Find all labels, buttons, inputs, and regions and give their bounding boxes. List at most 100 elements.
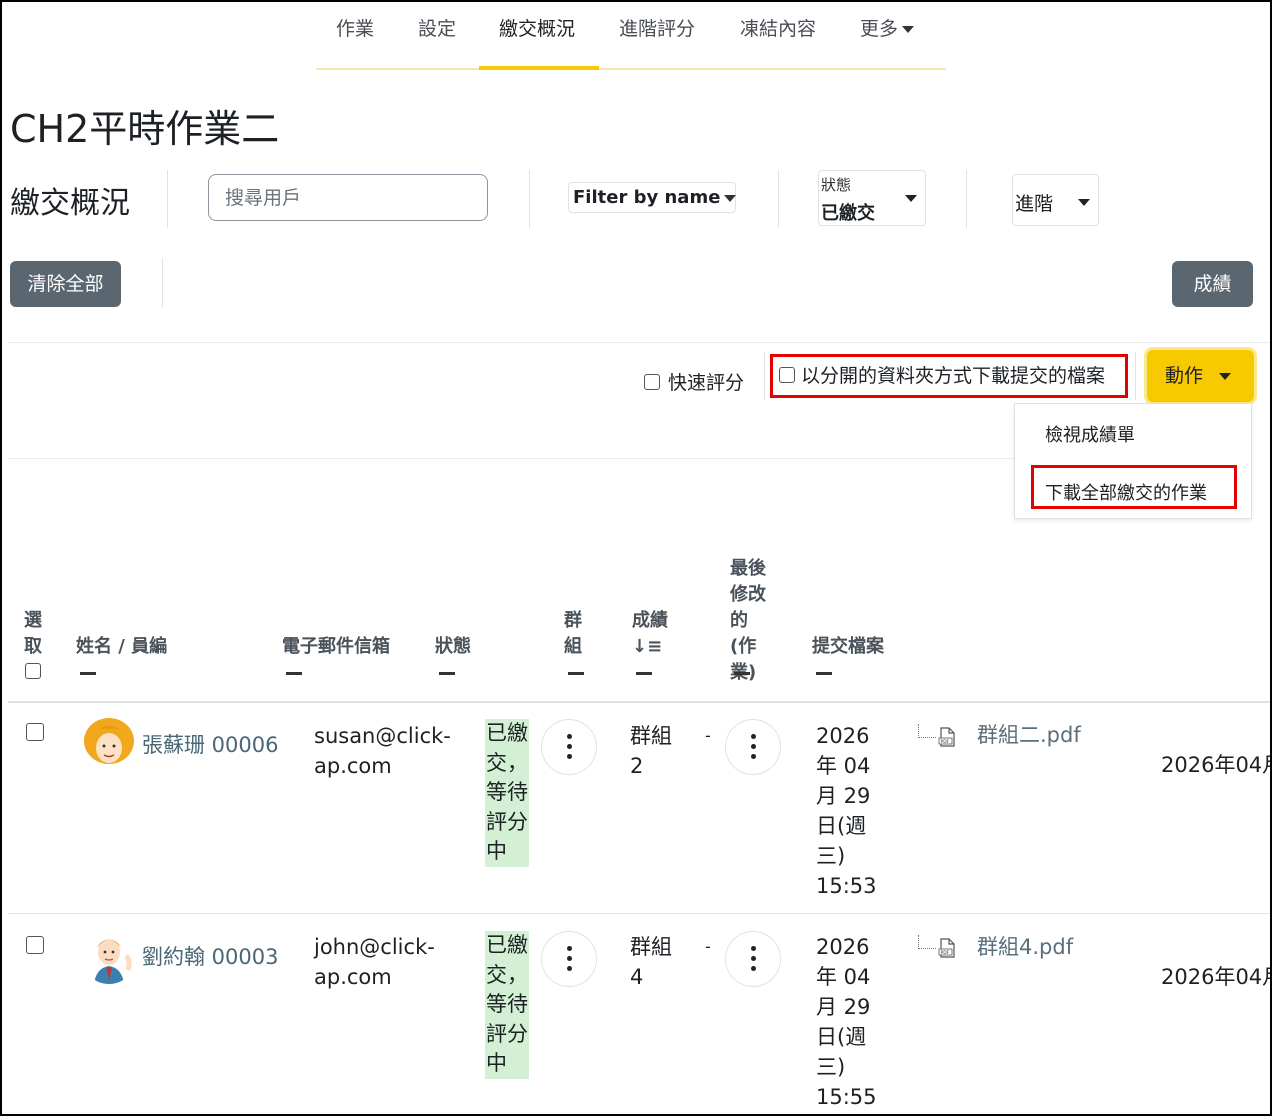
avatar[interactable] (82, 717, 136, 771)
advanced-filter-select[interactable]: 進階 (1012, 174, 1099, 226)
column-header-grade[interactable]: 成績 (632, 608, 668, 634)
row-actions-menu-button[interactable] (541, 931, 597, 987)
download-folders-option[interactable]: 以分開的資料夾方式下載提交的檔案 (770, 354, 1128, 398)
download-folders-label: 以分開的資料夾方式下載提交的檔案 (801, 365, 1106, 387)
row-select-checkbox[interactable] (26, 936, 44, 954)
nav-item-more[interactable]: 更多 (860, 14, 915, 41)
search-user-input[interactable] (208, 174, 488, 221)
nav-item-submissions[interactable]: 繳交概況 (499, 14, 575, 41)
divider (529, 170, 530, 228)
last-modified-cell: 2026 年 04 月 29 日(週 三) 15:53 (816, 721, 877, 901)
svg-text:PDF: PDF (941, 739, 950, 745)
tree-connector (918, 724, 936, 738)
nav-item-assignment[interactable]: 作業 (336, 14, 374, 41)
divider (167, 170, 168, 228)
divider (8, 342, 1270, 343)
sort-descending-icon[interactable]: ↓≡ (632, 634, 662, 660)
section-heading: 繳交概況 (10, 186, 130, 221)
row-select-checkbox[interactable] (26, 723, 44, 741)
quick-grading-checkbox[interactable] (644, 374, 660, 390)
modified-line: 月 29 (816, 784, 871, 808)
filter-by-name-button[interactable]: Filter by name (568, 182, 737, 213)
modified-line: 15:53 (816, 874, 877, 898)
pdf-file-icon: PDF (938, 938, 955, 958)
action-label: 動作 (1165, 365, 1204, 387)
select-all-checkbox[interactable] (25, 663, 41, 679)
nav-item-settings[interactable]: 設定 (418, 14, 456, 41)
divider (778, 170, 779, 228)
status-filter-label: 狀態 (821, 176, 852, 194)
chevron-down-icon (1078, 199, 1090, 206)
user-avatar-icon (82, 930, 136, 984)
collapse-icon[interactable] (734, 672, 750, 675)
extra-date-cell: 2026年04月 (1161, 753, 1272, 777)
highlight-box (1031, 465, 1237, 509)
student-email: susan@click- ap.com (314, 721, 451, 781)
student-name-link[interactable]: 張蘇珊 00006 (142, 730, 278, 760)
nav-item-advanced-grading[interactable]: 進階評分 (619, 14, 695, 41)
row-actions-menu-button[interactable] (541, 719, 597, 775)
chevron-down-icon (905, 195, 917, 202)
column-header-name[interactable]: 姓名 / 員編 (76, 634, 167, 660)
modified-line: 三) (816, 844, 846, 868)
collapse-icon[interactable] (636, 672, 652, 675)
divider (8, 458, 1014, 459)
download-folders-checkbox[interactable] (779, 367, 795, 383)
column-header-email[interactable]: 電子郵件信箱 (282, 634, 390, 660)
modified-line: 月 29 (816, 995, 871, 1019)
avatar[interactable] (82, 930, 136, 984)
quick-grading-option[interactable]: 快速評分 (644, 368, 744, 395)
grade-actions-menu-button[interactable] (725, 931, 781, 987)
action-menu-button[interactable]: 動作 (1147, 350, 1254, 402)
email-line: susan@click- (314, 724, 451, 748)
modified-line: 日(週 (816, 814, 867, 838)
collapse-icon[interactable] (439, 672, 455, 675)
status-filter-select[interactable]: 狀態 已繳交 (818, 170, 926, 226)
user-avatar-icon (82, 717, 136, 771)
view-gradebook-item[interactable]: 檢視成績單 (1045, 421, 1135, 447)
modified-line: 年 04 (816, 754, 871, 778)
collapse-icon[interactable] (286, 672, 302, 675)
student-email: john@click- ap.com (314, 932, 435, 992)
divider (1135, 352, 1136, 400)
grades-button[interactable]: 成績 (1172, 261, 1253, 307)
email-line: ap.com (314, 754, 392, 778)
student-name-link[interactable]: 劉約翰 00003 (142, 942, 278, 972)
divider (966, 170, 967, 228)
assignment-submissions-page: 作業 設定 繳交概況 進階評分 凍結內容 更多 CH2平時作業二 繳交概況 Fi… (0, 0, 1272, 1116)
column-header-last-modified[interactable]: 最後修改的(作業) (730, 556, 774, 686)
quick-grading-label: 快速評分 (668, 372, 745, 394)
action-dropdown-menu: 檢視成績單 下載全部繳交的作業 (1014, 403, 1252, 519)
modified-line: 日(週 (816, 1025, 867, 1049)
status-badge: 已繳交，等待評分中 (485, 719, 529, 867)
filter-by-name-label: Filter by name (573, 187, 721, 208)
grade-cell: - (705, 937, 711, 956)
modified-line: 年 04 (816, 965, 871, 989)
collapse-icon[interactable] (568, 672, 584, 675)
modified-line: 2026 (816, 724, 870, 748)
column-header-group[interactable]: 群組 (564, 608, 586, 660)
collapse-icon[interactable] (80, 672, 96, 675)
modified-line: 2026 (816, 935, 870, 959)
advanced-filter-value: 進階 (1015, 193, 1054, 215)
table-header-border (8, 701, 1270, 703)
row-divider (8, 913, 1270, 914)
nav-active-indicator (479, 66, 599, 70)
collapse-icon[interactable] (816, 672, 832, 675)
group-cell: 群組4 (630, 935, 672, 989)
chevron-down-icon (1219, 373, 1232, 380)
clear-all-button[interactable]: 清除全部 (10, 261, 121, 307)
secondary-nav: 作業 設定 繳交概況 進階評分 凍結內容 更多 (316, 2, 946, 70)
grade-actions-menu-button[interactable] (725, 719, 781, 775)
modified-line: 三) (816, 1055, 846, 1079)
email-line: john@click- (314, 935, 435, 959)
grade-cell: - (705, 726, 711, 745)
svg-text:PDF: PDF (941, 950, 950, 956)
tree-connector (918, 935, 936, 949)
chevron-down-icon (724, 194, 737, 202)
column-header-status[interactable]: 狀態 (435, 634, 471, 660)
nav-more-label: 更多 (860, 18, 899, 40)
nav-item-frozen-content[interactable]: 凍結內容 (740, 14, 816, 41)
submission-file-link[interactable]: 群組4.pdf (977, 932, 1073, 962)
submission-file-link[interactable]: 群組二.pdf (977, 720, 1081, 750)
